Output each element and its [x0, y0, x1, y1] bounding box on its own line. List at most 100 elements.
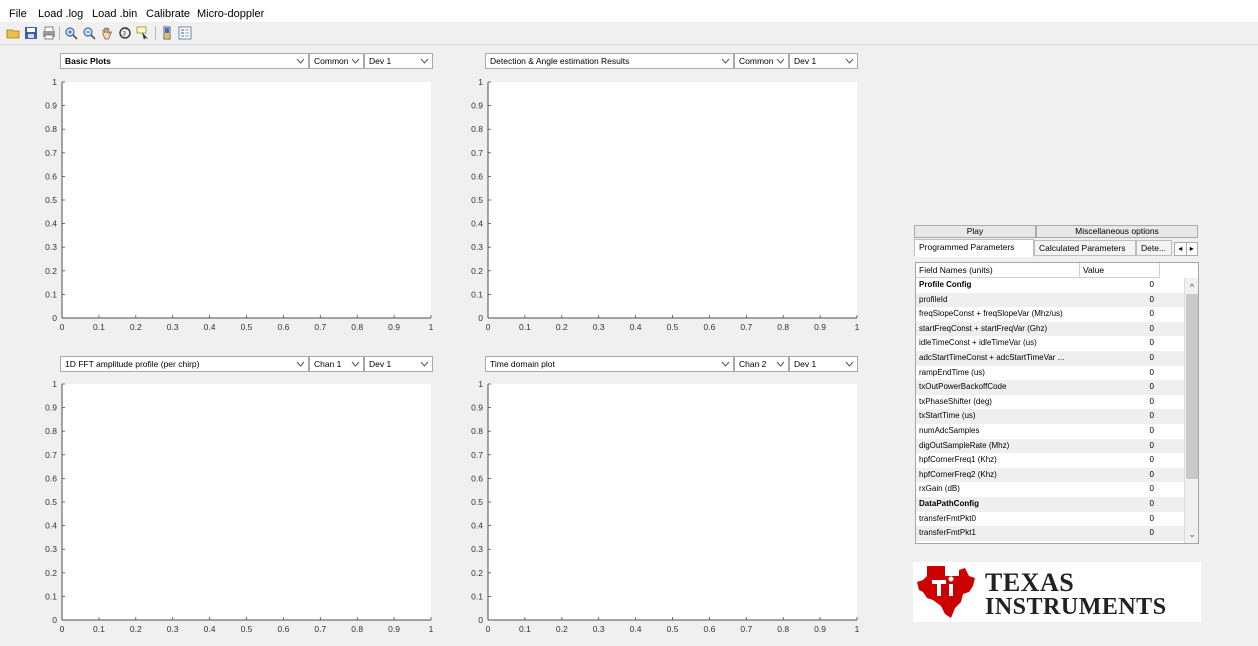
table-row[interactable]: rampEndTime (us) 0: [916, 365, 1184, 381]
field-name-cell: transferFmtPkt0: [919, 513, 976, 523]
table-row[interactable]: txStartTime (us) 0: [916, 409, 1184, 424]
y-tick-label: 1: [478, 77, 483, 87]
field-name-cell: startFreqConst + startFreqVar (Ghz): [919, 323, 1048, 333]
y-tick-label: 0.2: [471, 568, 483, 578]
y-tick-label: 0.4: [45, 521, 57, 531]
table-row[interactable]: transferFmtPkt0 0: [916, 511, 1184, 527]
axes-background: [62, 384, 431, 620]
table-row[interactable]: numAdcSamples 0: [916, 423, 1184, 439]
column-header-value[interactable]: Value: [1080, 263, 1160, 278]
y-tick-label: 0.3: [471, 242, 483, 252]
plot-axes-2[interactable]: 0 0.1 0.2 0.3 0.4 0.5 0.6 0.7 0.8 0.9 1 0 0.1 0.2 0.3 0…: [471, 77, 859, 332]
table-row[interactable]: startFreqConst + startFreqVar (Ghz) 0: [916, 321, 1184, 337]
value-cell[interactable]: 0: [1080, 395, 1160, 410]
y-tick-label: 0.7: [45, 450, 57, 460]
table-row[interactable]: freqSlopeConst + freqSlopeVar (Mhz/us) 0: [916, 307, 1184, 322]
x-tick-label: 0.7: [740, 322, 752, 332]
x-tick-label: 0.8: [777, 322, 789, 332]
x-tick-label: 0.8: [351, 322, 363, 332]
x-tick-label: 0.2: [130, 624, 142, 634]
tab-detection[interactable]: Dete...: [1136, 240, 1172, 256]
x-tick-label: 1: [429, 322, 434, 332]
y-tick-label: 0.8: [45, 124, 57, 134]
y-tick-label: 0.1: [471, 289, 483, 299]
table-row[interactable]: transferFmtPkt1 0: [916, 526, 1184, 541]
tab-calculated-parameters[interactable]: Calculated Parameters: [1034, 240, 1136, 256]
table-row[interactable]: idleTimeConst + idleTimeVar (us) 0: [916, 336, 1184, 351]
value-cell[interactable]: 0: [1080, 424, 1160, 439]
table-row[interactable]: profileId 0: [916, 292, 1184, 308]
x-tick-label: 0.5: [667, 624, 679, 634]
vertical-scrollbar[interactable]: ^ ⌄: [1184, 278, 1198, 543]
x-tick-label: 0.6: [277, 624, 289, 634]
value-cell[interactable]: 0: [1080, 482, 1160, 497]
chevron-left-icon[interactable]: ◂: [1175, 243, 1186, 255]
tab-miscellaneous-options[interactable]: Miscellaneous options: [1036, 225, 1198, 238]
value-cell[interactable]: 0: [1080, 453, 1160, 468]
y-tick-label: 0.2: [471, 266, 483, 276]
table-row[interactable]: Profile Config 0: [916, 278, 1184, 293]
table-row[interactable]: adcStartTimeConst + adcStartTimeVar ... 0: [916, 350, 1184, 366]
value-cell[interactable]: 0: [1080, 278, 1160, 293]
x-tick-label: 0: [486, 322, 491, 332]
x-tick-label: 0.2: [130, 322, 142, 332]
x-tick-label: 0.7: [740, 624, 752, 634]
y-tick-label: 0.2: [45, 266, 57, 276]
value-cell[interactable]: 0: [1080, 366, 1160, 381]
chevron-up-icon[interactable]: ^: [1185, 280, 1198, 294]
value-cell[interactable]: 0: [1080, 322, 1160, 337]
y-tick-label: 0.3: [45, 544, 57, 554]
table-row[interactable]: rxGain (dB) 0: [916, 482, 1184, 497]
tab-play[interactable]: Play: [914, 225, 1036, 238]
table-row[interactable]: txPhaseShifter (deg) 0: [916, 394, 1184, 410]
value-cell[interactable]: 0: [1080, 439, 1160, 454]
x-tick-label: 0.9: [388, 322, 400, 332]
field-name-cell: txStartTime (us): [919, 411, 976, 421]
table-row[interactable]: digOutSampleRate (Mhz) 0: [916, 438, 1184, 454]
y-tick-label: 0.4: [471, 521, 483, 531]
field-name-cell: Profile Config: [919, 280, 972, 289]
table-row[interactable]: DataPathConfig 0: [916, 496, 1184, 512]
y-tick-label: 0.6: [471, 473, 483, 483]
x-tick-label: 0.5: [241, 322, 253, 332]
x-tick-label: 0.6: [277, 322, 289, 332]
column-header-field-names[interactable]: Field Names (units): [916, 263, 1080, 278]
plot-axes-1[interactable]: 0 0.1 0.2 0.3 0.4 0.5 0.6 0.7 0.8 0.9 1 0 0.1 0.2 0.3 0…: [45, 77, 433, 332]
value-cell[interactable]: 0: [1080, 409, 1160, 424]
y-tick-label: 0.1: [471, 591, 483, 601]
table-row[interactable]: txOutPowerBackoffCode 0: [916, 380, 1184, 395]
value-cell[interactable]: 0: [1080, 468, 1160, 483]
chevron-down-icon[interactable]: ⌄: [1185, 527, 1198, 541]
x-tick-label: 1: [855, 624, 860, 634]
y-tick-label: 0.6: [45, 171, 57, 181]
plot-axes-3[interactable]: 0 0.1 0.2 0.3 0.4 0.5 0.6 0.7 0.8 0.9 1 0 0.1 0.2 0.3 0…: [45, 379, 433, 634]
value-cell[interactable]: 0: [1080, 526, 1160, 541]
scrollbar-thumb[interactable]: [1186, 294, 1198, 479]
value-cell[interactable]: 0: [1080, 351, 1160, 366]
field-name-cell: digOutSampleRate (Mhz): [919, 440, 1010, 450]
y-tick-label: 0.9: [45, 403, 57, 413]
tab-programmed-parameters[interactable]: Programmed Parameters: [914, 239, 1034, 257]
y-tick-label: 1: [478, 379, 483, 389]
x-tick-label: 0.6: [703, 624, 715, 634]
x-tick-label: 0.3: [593, 624, 605, 634]
x-tick-label: 0.7: [314, 322, 326, 332]
x-tick-label: 0.2: [556, 322, 568, 332]
x-tick-label: 1: [855, 322, 860, 332]
table-row[interactable]: hpfCornerFreq1 (Khz) 0: [916, 453, 1184, 468]
x-tick-label: 0.2: [556, 624, 568, 634]
table-row[interactable]: hpfCornerFreq2 (Khz) 0: [916, 467, 1184, 483]
chevron-right-icon[interactable]: ▸: [1185, 243, 1198, 255]
value-cell[interactable]: 0: [1080, 380, 1160, 395]
y-tick-label: 0.2: [45, 568, 57, 578]
plot-axes-4[interactable]: 0 0.1 0.2 0.3 0.4 0.5 0.6 0.7 0.8 0.9 1 0 0.1 0.2 0.3 0…: [471, 379, 859, 634]
value-cell[interactable]: 0: [1080, 336, 1160, 351]
y-tick-label: 0: [478, 313, 483, 323]
value-cell[interactable]: 0: [1080, 293, 1160, 308]
y-tick-label: 0: [478, 615, 483, 625]
value-cell[interactable]: 0: [1080, 307, 1160, 322]
value-cell[interactable]: 0: [1080, 512, 1160, 527]
value-cell[interactable]: 0: [1080, 497, 1160, 512]
y-tick-label: 0.8: [471, 124, 483, 134]
y-tick-label: 0.3: [45, 242, 57, 252]
